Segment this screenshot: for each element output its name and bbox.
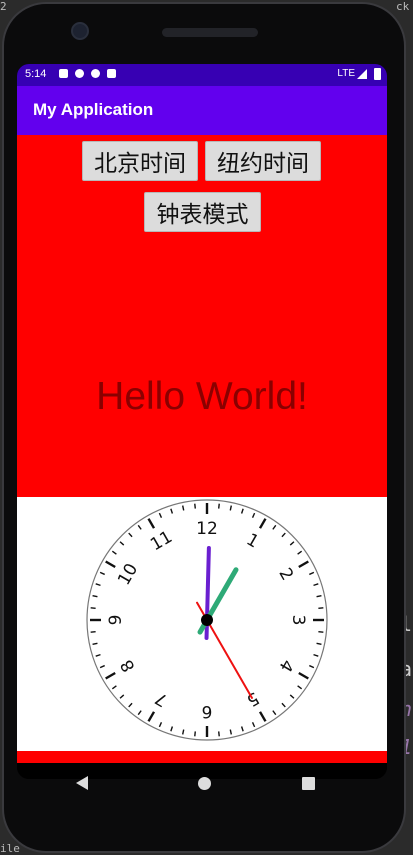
- notification-icon: [59, 69, 68, 78]
- ide-fragment: ck: [396, 0, 410, 13]
- clock-number: 3: [288, 615, 308, 626]
- clock-center-pin: [201, 614, 213, 626]
- app-title: My Application: [33, 100, 154, 119]
- content-area: 北京时间 纽约时间 钟表模式 Hello World!: [17, 135, 387, 497]
- back-icon[interactable]: [76, 776, 88, 790]
- minute-tick: [218, 731, 220, 737]
- minute-tick: [318, 607, 324, 609]
- analog-clock: 121234567891011: [86, 499, 328, 741]
- phone-frame: 5:14 LTE My Application 北京时间 纽约时间 钟表模式 H…: [2, 2, 406, 853]
- beijing-time-button[interactable]: 北京时间: [82, 141, 198, 181]
- clock-number: 6: [202, 701, 213, 721]
- minute-tick: [194, 503, 196, 509]
- home-icon[interactable]: [198, 777, 211, 790]
- recents-icon[interactable]: [302, 777, 315, 790]
- device-screen: 5:14 LTE My Application 北京时间 纽约时间 钟表模式 H…: [17, 64, 387, 779]
- earpiece-speaker: [162, 28, 258, 37]
- minute-tick: [318, 631, 324, 633]
- clock-number: 12: [196, 519, 218, 539]
- status-time: 5:14: [25, 68, 47, 80]
- signal-icon: [357, 69, 367, 79]
- app-bar: My Application: [17, 86, 387, 135]
- notification-icon: [91, 69, 100, 78]
- notification-icon: [75, 69, 84, 78]
- ide-fragment: 2: [0, 0, 7, 13]
- network-type: LTE: [337, 68, 355, 79]
- minute-tick: [218, 503, 220, 509]
- minute-tick: [194, 731, 196, 737]
- ide-fragment: ile: [0, 842, 20, 855]
- hello-text: Hello World!: [96, 375, 308, 418]
- clock-panel: 12 1 2 3 4 5 6 7 8 9 10 11: [17, 497, 387, 751]
- front-camera: [71, 22, 89, 40]
- clock-number: 9: [106, 615, 126, 626]
- status-bar: 5:14 LTE: [17, 64, 387, 86]
- sd-card-icon: [107, 69, 116, 78]
- minute-tick: [90, 607, 96, 609]
- clock-mode-button[interactable]: 钟表模式: [144, 192, 261, 232]
- battery-icon: [374, 68, 381, 80]
- minute-tick: [90, 631, 96, 633]
- newyork-time-button[interactable]: 纽约时间: [205, 141, 321, 181]
- bottom-red-strip: [17, 751, 387, 763]
